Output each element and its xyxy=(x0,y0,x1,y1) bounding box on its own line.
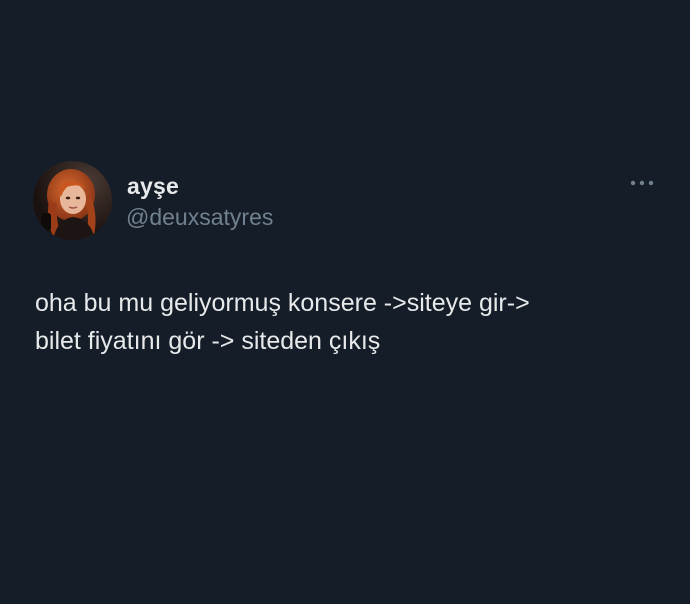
avatar-photo xyxy=(33,161,112,240)
more-options-button[interactable] xyxy=(625,172,659,194)
display-name[interactable]: ayşe xyxy=(127,173,179,200)
tweet-card: ayşe @deuxsatyres oha bu mu geliyormuş k… xyxy=(0,0,690,604)
more-horizontal-icon xyxy=(630,180,654,186)
tweet-text-line-1: oha bu mu geliyormuş konsere ->siteye gi… xyxy=(35,289,530,317)
tweet-text-line-2: bilet fiyatını gör -> siteden çıkış xyxy=(35,327,381,355)
avatar[interactable] xyxy=(33,161,112,240)
tweet-text: oha bu mu geliyormuş konsere ->siteye gi… xyxy=(35,284,665,360)
user-handle[interactable]: @deuxsatyres xyxy=(126,204,273,231)
